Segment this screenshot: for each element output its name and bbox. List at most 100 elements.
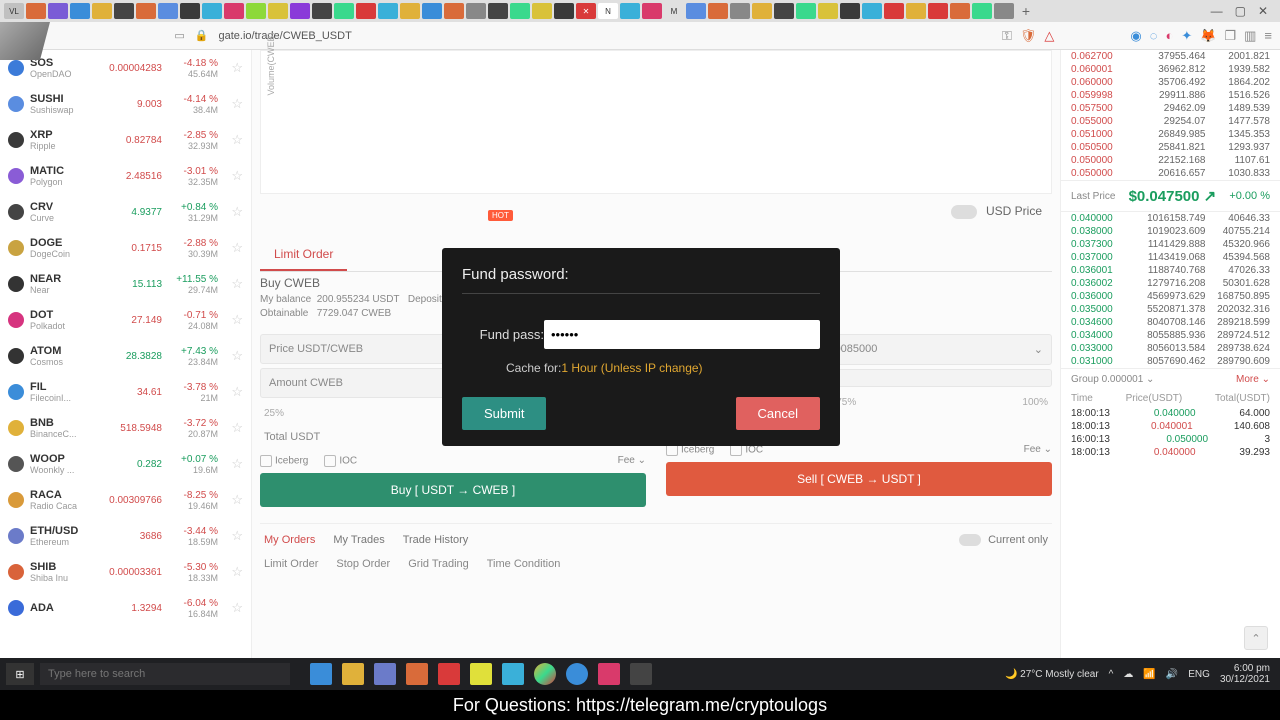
- star-icon[interactable]: ☆: [231, 168, 243, 184]
- fund-pass-input[interactable]: [544, 320, 820, 349]
- window-minimize-button[interactable]: —: [1211, 4, 1223, 18]
- browser-tab[interactable]: [356, 3, 376, 19]
- bid-row[interactable]: 0.0360004569973.629168750.895: [1061, 290, 1280, 303]
- ask-row[interactable]: 0.05500029254.071477.578: [1061, 115, 1280, 128]
- ext-icon[interactable]: ✦: [1181, 28, 1192, 44]
- cache-value[interactable]: 1 Hour (Unless IP change): [561, 361, 702, 375]
- fee-dropdown[interactable]: Fee ⌄: [618, 455, 646, 466]
- subtab-grid[interactable]: Grid Trading: [408, 558, 469, 570]
- ext-icon[interactable]: ◌: [1150, 28, 1158, 43]
- browser-tab[interactable]: [378, 3, 398, 19]
- browser-tab[interactable]: [510, 3, 530, 19]
- taskbar-search[interactable]: [40, 663, 290, 685]
- asset-row[interactable]: ADA 1.3294 -6.04 %16.84M ☆: [0, 590, 251, 626]
- asset-row[interactable]: ETH/USDEthereum 3686 -3.44 %18.59M ☆: [0, 518, 251, 554]
- browser-tab[interactable]: [950, 3, 970, 19]
- subtab-stop[interactable]: Stop Order: [336, 558, 390, 570]
- bid-row[interactable]: 0.0310008057690.462289790.609: [1061, 355, 1280, 368]
- star-icon[interactable]: ☆: [231, 96, 243, 112]
- star-icon[interactable]: ☆: [231, 456, 243, 472]
- browser-tab[interactable]: [466, 3, 486, 19]
- asset-row[interactable]: WOOPWoonkly ... 0.282 +0.07 %19.6M ☆: [0, 446, 251, 482]
- taskbar-app[interactable]: [374, 663, 396, 685]
- browser-tab[interactable]: [224, 3, 244, 19]
- tray-chevron-icon[interactable]: ^: [1109, 669, 1114, 680]
- taskbar-app[interactable]: [502, 663, 524, 685]
- browser-tab[interactable]: [840, 3, 860, 19]
- ext-icon[interactable]: ◉: [1130, 28, 1141, 44]
- browser-tab[interactable]: [334, 3, 354, 19]
- asset-row[interactable]: ATOMCosmos 28.3828 +7.43 %23.84M ☆: [0, 338, 251, 374]
- fee-dropdown[interactable]: Fee ⌄: [1024, 444, 1052, 455]
- star-icon[interactable]: ☆: [231, 384, 243, 400]
- browser-tab[interactable]: [422, 3, 442, 19]
- taskbar-app[interactable]: [630, 663, 652, 685]
- browser-tab[interactable]: [290, 3, 310, 19]
- taskbar-app[interactable]: [598, 663, 620, 685]
- tab-limit-order[interactable]: Limit Order: [260, 239, 347, 271]
- bid-row[interactable]: 0.0360021279716.20850301.628: [1061, 277, 1280, 290]
- star-icon[interactable]: ☆: [231, 132, 243, 148]
- ask-row[interactable]: 0.05999829911.8861516.526: [1061, 89, 1280, 102]
- browser-tab[interactable]: [994, 3, 1014, 19]
- weather-widget[interactable]: 🌙 27°C Mostly clear: [1005, 669, 1099, 680]
- tab-my-orders[interactable]: My Orders: [264, 534, 315, 546]
- bid-row[interactable]: 0.0330008056013.584289738.624: [1061, 342, 1280, 355]
- more-link[interactable]: More ⌄: [1236, 374, 1270, 385]
- bid-row[interactable]: 0.0350005520871.378202032.316: [1061, 303, 1280, 316]
- scroll-top-button[interactable]: ⌃: [1244, 626, 1268, 650]
- asset-row[interactable]: BNBBinanceC... 518.5948 -3.72 %20.87M ☆: [0, 410, 251, 446]
- ext-icon[interactable]: ▥: [1244, 28, 1256, 44]
- key-icon[interactable]: ⚿: [1002, 28, 1012, 44]
- asset-row[interactable]: RACARadio Caca 0.00309766 -8.25 %19.46M …: [0, 482, 251, 518]
- browser-tab[interactable]: [26, 3, 46, 19]
- browser-tab[interactable]: [686, 3, 706, 19]
- bid-row[interactable]: 0.0340008055885.936289724.512: [1061, 329, 1280, 342]
- browser-tab[interactable]: [444, 3, 464, 19]
- browser-tab[interactable]: [774, 3, 794, 19]
- chevron-down-icon[interactable]: ⌄: [1034, 343, 1043, 356]
- taskbar-app[interactable]: [406, 663, 428, 685]
- taskbar-app[interactable]: [438, 663, 460, 685]
- window-maximize-button[interactable]: ▢: [1235, 4, 1246, 18]
- taskbar-app[interactable]: [342, 663, 364, 685]
- ext-icon[interactable]: 🦊: [1200, 28, 1216, 44]
- ext-icon[interactable]: ◐: [1166, 28, 1174, 43]
- subtab-limit[interactable]: Limit Order: [264, 558, 318, 570]
- current-only-toggle[interactable]: Current only: [959, 534, 1048, 546]
- iceberg-checkbox[interactable]: [260, 455, 272, 467]
- asset-row[interactable]: XRPRipple 0.82784 -2.85 %32.93M ☆: [0, 122, 251, 158]
- sell-button[interactable]: Sell [ CWEB → USDT ]: [666, 462, 1052, 496]
- browser-tab[interactable]: [48, 3, 68, 19]
- usd-price-toggle[interactable]: USD Price: [260, 200, 1052, 223]
- browser-tab[interactable]: [312, 3, 332, 19]
- url-text[interactable]: gate.io/trade/CWEB_USDT: [219, 30, 352, 42]
- asset-row[interactable]: CRVCurve 4.9377 +0.84 %31.29M ☆: [0, 194, 251, 230]
- browser-tab[interactable]: [400, 3, 420, 19]
- warning-icon[interactable]: △: [1044, 28, 1054, 44]
- asset-row[interactable]: DOTPolkadot 27.149 -0.71 %24.08M ☆: [0, 302, 251, 338]
- browser-tab[interactable]: [488, 3, 508, 19]
- star-icon[interactable]: ☆: [231, 348, 243, 364]
- ext-icon[interactable]: ❐: [1224, 28, 1236, 44]
- browser-tab[interactable]: [180, 3, 200, 19]
- star-icon[interactable]: ☆: [231, 600, 243, 616]
- browser-tab[interactable]: [532, 3, 552, 19]
- tray-volume-icon[interactable]: 🔊: [1166, 669, 1178, 680]
- tray-wifi-icon[interactable]: 📶: [1143, 669, 1155, 680]
- browser-tab[interactable]: [928, 3, 948, 19]
- asset-row[interactable]: SHIBShiba Inu 0.00003361 -5.30 %18.33M ☆: [0, 554, 251, 590]
- tab-trade-history[interactable]: Trade History: [403, 534, 469, 546]
- ask-row[interactable]: 0.06000035706.4921864.202: [1061, 76, 1280, 89]
- bid-row[interactable]: 0.0373001141429.88845320.966: [1061, 238, 1280, 251]
- ask-row[interactable]: 0.06270037955.4642001.821: [1061, 50, 1280, 63]
- menu-icon[interactable]: ≡: [1264, 28, 1272, 43]
- start-button[interactable]: ⊞: [6, 663, 34, 685]
- star-icon[interactable]: ☆: [231, 276, 243, 292]
- ask-row[interactable]: 0.05750029462.091489.539: [1061, 102, 1280, 115]
- browser-tab[interactable]: [268, 3, 288, 19]
- star-icon[interactable]: ☆: [231, 420, 243, 436]
- browser-tab[interactable]: M: [664, 3, 684, 19]
- browser-tab[interactable]: [114, 3, 134, 19]
- group-selector[interactable]: Group 0.000001 ⌄: [1071, 374, 1154, 385]
